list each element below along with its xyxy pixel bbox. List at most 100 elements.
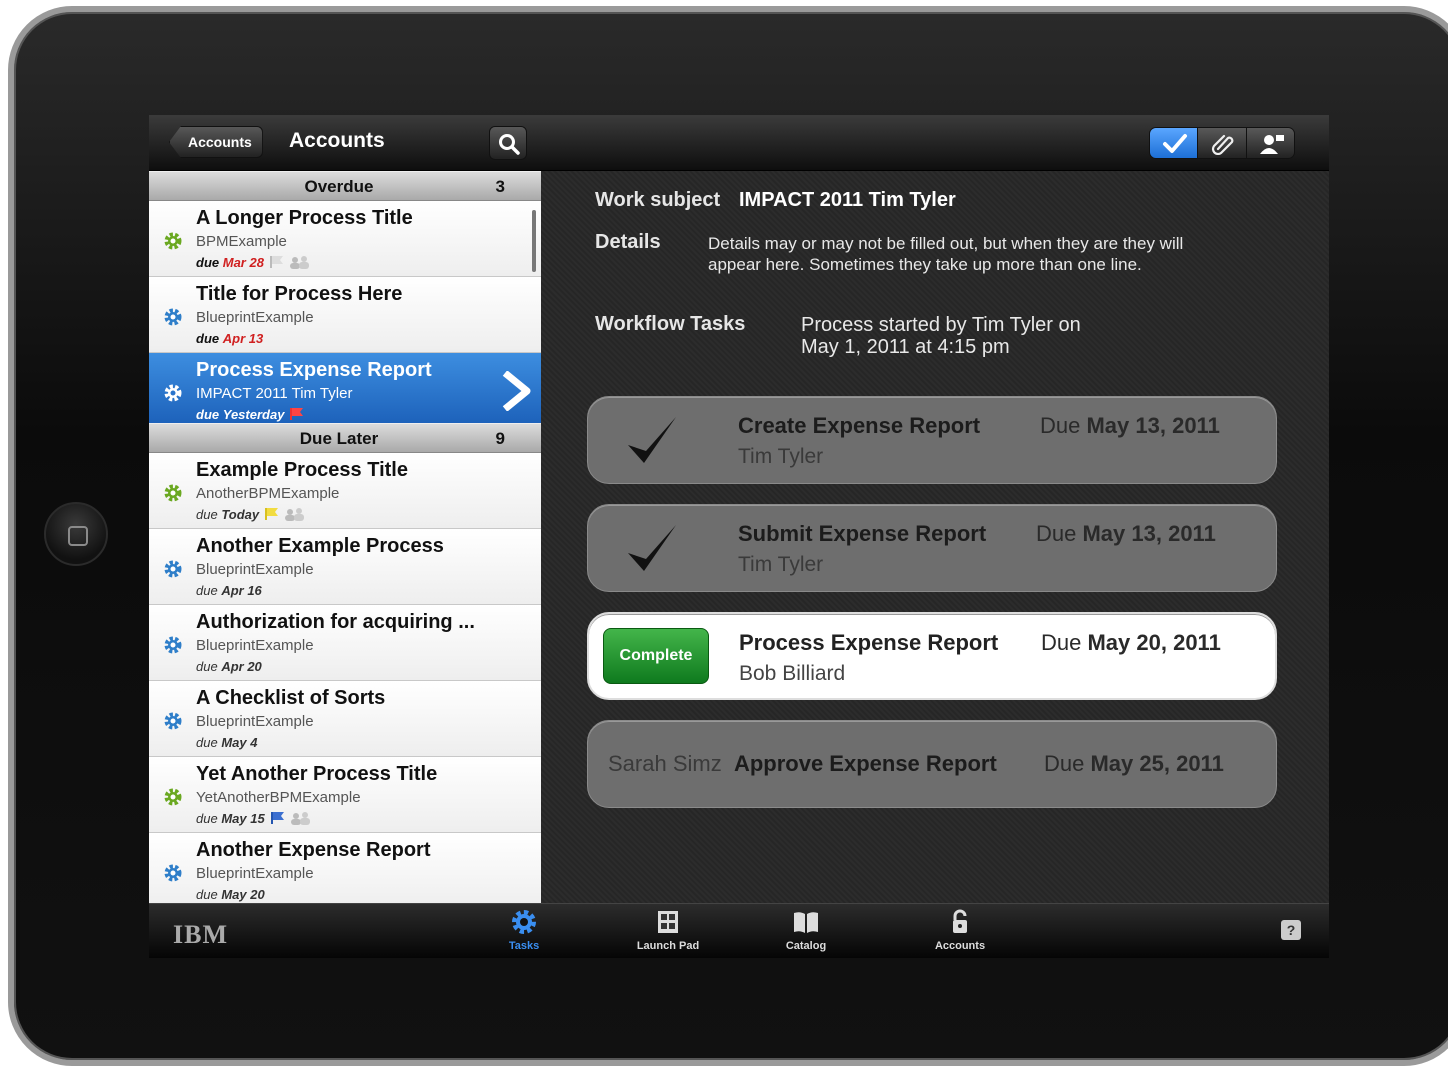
book-icon xyxy=(794,912,818,933)
workflow-card[interactable]: Sarah Simz Approve Expense Report Due Ma… xyxy=(587,720,1277,808)
tab-bar: IBM Tasks Launch Pad Catalog Accounts ? xyxy=(149,903,1329,958)
ibm-logo: IBM xyxy=(173,920,228,949)
task-due: due Mar 28 xyxy=(196,255,312,270)
section-title: Overdue xyxy=(304,177,374,196)
gear-icon xyxy=(164,712,182,730)
scrollbar[interactable] xyxy=(532,210,536,272)
workflow-task-due: Due May 13, 2011 xyxy=(1036,521,1216,546)
tab-launch-pad[interactable]: Launch Pad xyxy=(623,908,713,952)
tasks-segment[interactable] xyxy=(1150,128,1199,158)
task-app: IMPACT 2011 Tim Tyler xyxy=(196,385,353,402)
gear-icon xyxy=(164,232,182,250)
workflow-task-title: Process Expense Report xyxy=(739,630,999,655)
task-app: BlueprintExample xyxy=(196,713,314,730)
workflow-task-due: Due May 20, 2011 xyxy=(1041,630,1221,655)
workflow-task-person: Tim Tyler xyxy=(738,553,824,576)
workflow-task-person: Tim Tyler xyxy=(738,445,824,468)
task-row[interactable]: Example Process Title AnotherBPMExample … xyxy=(149,453,541,529)
workflow-task-title: Approve Expense Report xyxy=(733,751,997,776)
people-icon xyxy=(285,508,305,521)
task-title: Another Expense Report xyxy=(196,839,431,861)
user-icon xyxy=(1259,135,1284,154)
chevron-right-icon xyxy=(502,371,531,411)
workflow-task-due: Due May 25, 2011 xyxy=(1044,751,1224,776)
gear-icon xyxy=(164,384,182,402)
checkmark-icon xyxy=(1163,134,1187,153)
workflow-card-active[interactable]: Complete Process Expense Report Bob Bill… xyxy=(587,612,1277,700)
task-row[interactable]: A Longer Process Title BPMExample due Ma… xyxy=(149,201,541,277)
home-button[interactable] xyxy=(44,502,108,566)
flag-icon xyxy=(270,812,284,824)
checkmark-icon xyxy=(628,417,676,463)
grid-icon xyxy=(658,911,678,933)
attachments-segment[interactable] xyxy=(1198,128,1247,158)
section-count: 9 xyxy=(495,429,505,448)
task-title: Process Expense Report xyxy=(196,359,432,381)
workflow-text-line-2: May 1, 2011 at 4:15 pm xyxy=(801,336,1010,358)
gear-icon xyxy=(164,636,182,654)
task-title: Title for Process Here xyxy=(196,283,403,305)
task-due: due May 4 xyxy=(196,735,258,750)
workflow-task-due: Due May 13, 2011 xyxy=(1040,413,1220,438)
complete-button[interactable]: Complete xyxy=(603,628,709,684)
task-row[interactable]: Another Expense Report BlueprintExample … xyxy=(149,833,541,909)
task-app: YetAnotherBPMExample xyxy=(196,789,361,806)
work-subject-label: Work subject xyxy=(595,189,721,211)
flag-icon xyxy=(290,408,304,420)
task-due: due May 15 xyxy=(196,811,313,826)
gear-icon xyxy=(164,484,182,502)
work-subject-value: IMPACT 2011 Tim Tyler xyxy=(739,189,956,211)
detail-navbar xyxy=(541,115,1329,171)
task-app: BlueprintExample xyxy=(196,637,314,654)
task-app: AnotherBPMExample xyxy=(196,485,340,502)
section-header-overdue: Overdue 3 xyxy=(149,171,541,201)
lock-icon xyxy=(953,909,967,933)
tab-accounts[interactable]: Accounts xyxy=(915,908,1005,952)
task-title: A Longer Process Title xyxy=(196,207,413,229)
gear-icon xyxy=(164,560,182,578)
gear-icon xyxy=(164,788,182,806)
section-count: 3 xyxy=(495,177,505,196)
checkmark-icon xyxy=(628,525,676,571)
task-row[interactable]: Authorization for acquiring ... Blueprin… xyxy=(149,605,541,681)
task-due: due Yesterday xyxy=(196,407,304,422)
task-row[interactable]: Another Example Process BlueprintExample… xyxy=(149,529,541,605)
people-icon xyxy=(289,256,309,269)
paperclip-icon xyxy=(1212,134,1234,155)
flag-icon xyxy=(265,508,279,520)
gear-icon xyxy=(164,864,182,882)
tab-catalog[interactable]: Catalog xyxy=(761,908,851,952)
detail-segmented-control[interactable] xyxy=(1149,127,1295,159)
tab-label: Accounts xyxy=(934,940,986,952)
workflow-task-person: Bob Billiard xyxy=(739,662,846,685)
task-due: due Apr 16 xyxy=(196,583,262,598)
tab-label: Catalog xyxy=(785,940,827,952)
app-screen: Accounts Accounts Overdue 3 A Longer Pro… xyxy=(149,115,1329,958)
workflow-card[interactable]: Submit Expense Report Tim Tyler Due May … xyxy=(587,504,1277,592)
workflow-task-inline: Sarah Simz Approve Expense Report xyxy=(608,751,997,777)
home-square-icon xyxy=(68,526,88,546)
navbar-title: Accounts xyxy=(289,129,385,152)
tab-label: Tasks xyxy=(508,940,540,952)
task-list-panel: Accounts Accounts Overdue 3 A Longer Pro… xyxy=(149,115,541,909)
workflow-tasks-label: Workflow Tasks xyxy=(595,313,746,335)
tab-tasks[interactable]: Tasks xyxy=(479,908,569,952)
workflow-task-person: Sarah Simz xyxy=(608,751,722,776)
back-button[interactable]: Accounts xyxy=(169,126,263,158)
task-app: BlueprintExample xyxy=(196,561,314,578)
task-row-selected[interactable]: Process Expense Report IMPACT 2011 Tim T… xyxy=(149,353,541,429)
details-label: Details xyxy=(595,231,661,253)
task-title: Authorization for acquiring ... xyxy=(196,611,475,633)
help-button[interactable]: ? xyxy=(1281,920,1301,940)
task-row[interactable]: Title for Process Here BlueprintExample … xyxy=(149,277,541,353)
workflow-card[interactable]: Create Expense Report Tim Tyler Due May … xyxy=(587,396,1277,484)
task-row[interactable]: A Checklist of Sorts BlueprintExample du… xyxy=(149,681,541,757)
task-title: Example Process Title xyxy=(196,459,408,481)
section-title: Due Later xyxy=(299,429,379,448)
search-button[interactable] xyxy=(489,126,527,160)
task-due: due Today xyxy=(196,507,307,522)
task-row[interactable]: Yet Another Process Title YetAnotherBPME… xyxy=(149,757,541,833)
task-due: due Apr 13 xyxy=(196,331,264,346)
people-segment[interactable] xyxy=(1246,128,1294,158)
search-icon xyxy=(499,134,520,155)
